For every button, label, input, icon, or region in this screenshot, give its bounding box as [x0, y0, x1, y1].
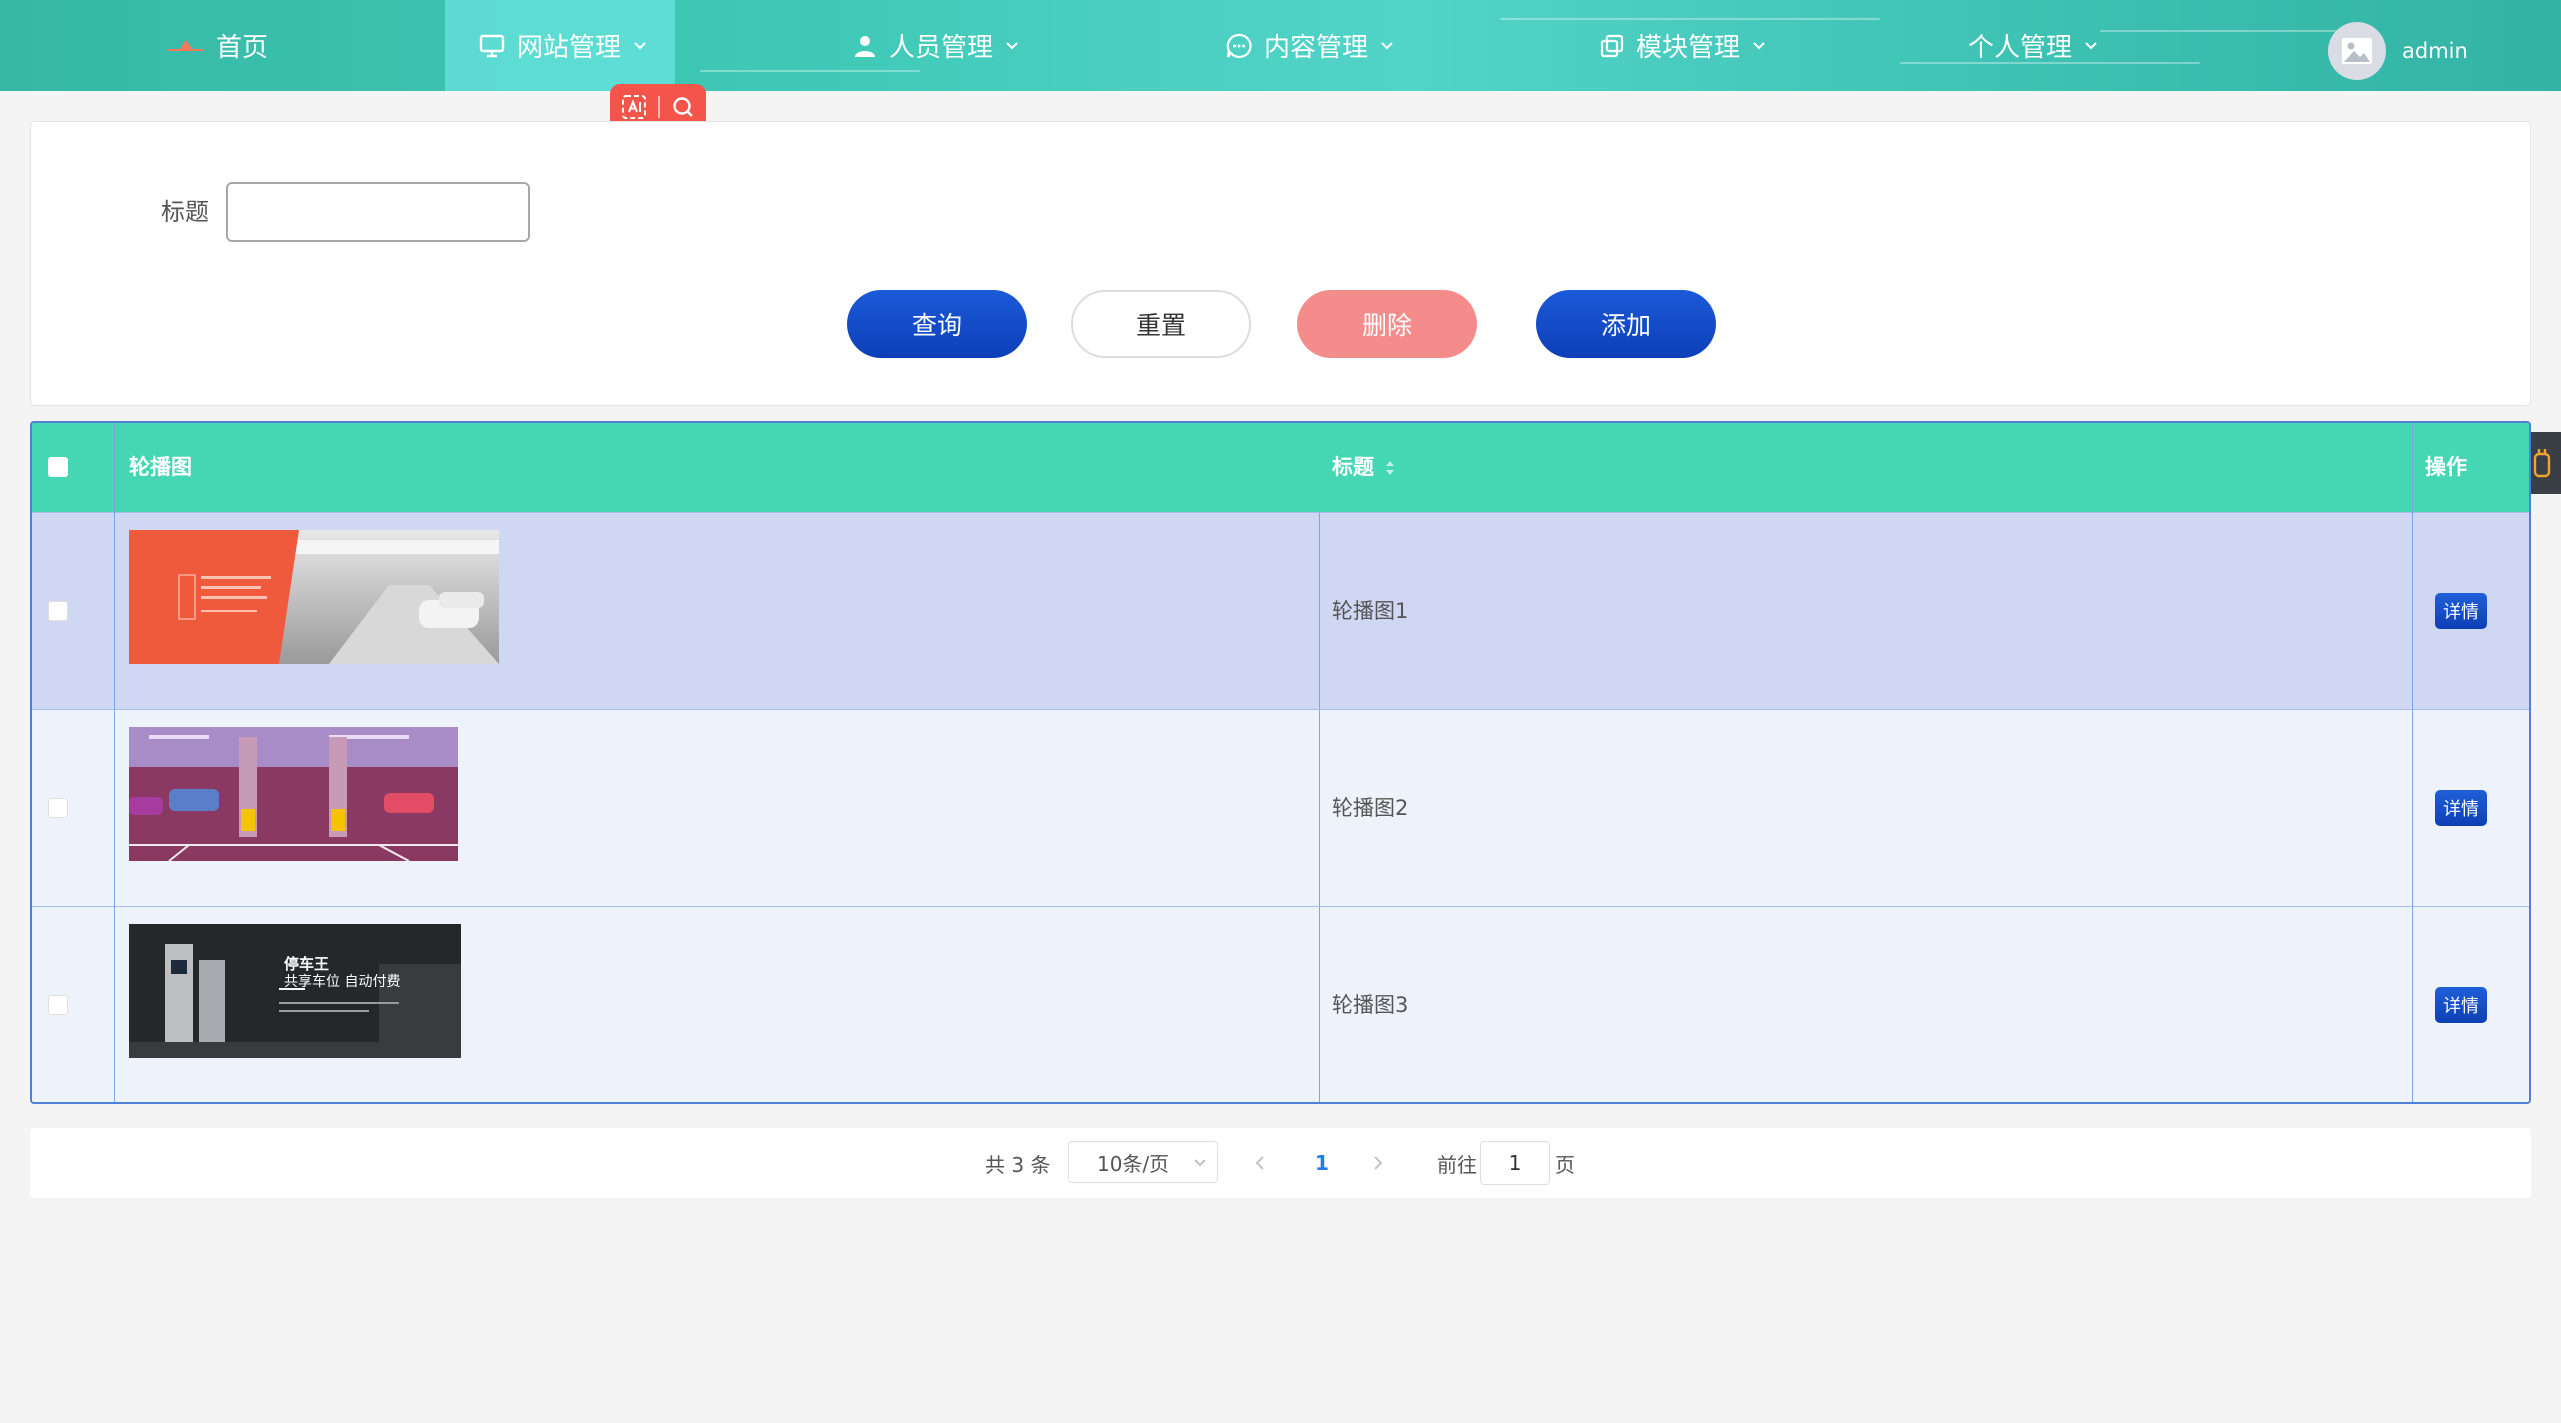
battery-icon	[2533, 449, 2550, 478]
sort-icon[interactable]	[1384, 459, 1396, 477]
column-header-title-label: 标题	[1332, 455, 1374, 479]
top-navigation: 首页 网站管理 人员管理 内容管理 模块管理 个人管理 admin	[0, 0, 2561, 91]
goto-label: 前往	[1437, 1152, 1477, 1177]
nav-home[interactable]: 首页	[168, 0, 268, 91]
add-button[interactable]: 添加	[1536, 290, 1716, 358]
row-checkbox[interactable]	[48, 798, 68, 818]
page-suffix-label: 页	[1555, 1152, 1575, 1177]
nav-module-management[interactable]: 模块管理	[1600, 0, 1766, 91]
column-divider	[1319, 907, 1320, 1102]
row-title: 轮播图3	[1332, 993, 1409, 1017]
widget-divider	[658, 96, 660, 118]
banner-image-parking-lot-3d	[129, 727, 458, 861]
page-size-select[interactable]: 10条/页	[1068, 1141, 1218, 1183]
row-checkbox[interactable]	[48, 601, 68, 621]
username: admin	[2402, 39, 2468, 63]
row-title: 轮播图1	[1332, 599, 1409, 623]
pagination: 共 3 条 10条/页 1 前往 页	[30, 1128, 2531, 1198]
table-header: 轮播图 标题 操作	[32, 423, 2529, 512]
message-icon	[1226, 33, 1252, 58]
user-menu[interactable]: admin	[2328, 22, 2468, 80]
user-icon	[855, 35, 875, 57]
avatar[interactable]	[2328, 22, 2386, 80]
row-checkbox[interactable]	[48, 995, 68, 1015]
nav-module-management-label: 模块管理	[1636, 33, 1741, 63]
row-title: 轮播图2	[1332, 796, 1409, 820]
total-count: 共 3 条	[985, 1152, 1051, 1177]
select-all-checkbox[interactable]	[48, 457, 68, 477]
image-placeholder-icon	[2342, 38, 2372, 64]
reset-button[interactable]: 重置	[1071, 290, 1251, 358]
table-row[interactable]: 轮播图2 详情	[32, 709, 2529, 906]
nav-personal-management-label: 个人管理	[1968, 33, 2073, 63]
nav-personal-management[interactable]: 个人管理	[1968, 0, 2098, 91]
nav-site-management-label: 网站管理	[517, 33, 622, 63]
column-divider	[1319, 513, 1320, 709]
detail-button[interactable]: 详情	[2435, 593, 2487, 629]
chevron-down-icon	[1006, 41, 1018, 49]
column-divider	[1319, 710, 1320, 906]
nav-home-label: 首页	[216, 33, 269, 63]
chevron-down-icon	[2085, 41, 2097, 49]
nav-site-management[interactable]: 网站管理	[445, 0, 675, 91]
chevron-down-icon	[1381, 41, 1393, 49]
banner-thumbnail	[129, 530, 499, 664]
copy-icon	[1600, 34, 1624, 57]
nav-content-management-label: 内容管理	[1264, 33, 1369, 63]
nav-content-management[interactable]: 内容管理	[1226, 0, 1394, 91]
column-divider	[114, 423, 115, 1102]
query-button[interactable]: 查询	[847, 290, 1027, 358]
column-divider	[2412, 423, 2413, 1102]
chevron-left-icon	[1255, 1156, 1264, 1170]
banner-brand-text: 停车王	[284, 955, 330, 973]
delete-button[interactable]: 删除	[1297, 290, 1477, 358]
nav-staff-management[interactable]: 人员管理	[853, 0, 1019, 91]
chevron-down-icon	[634, 41, 646, 49]
title-field-label: 标题	[161, 198, 209, 226]
banner-image-parking-kiosk	[129, 924, 461, 1058]
monitor-icon	[479, 34, 505, 57]
next-page-button[interactable]	[1372, 1128, 1384, 1198]
search-icon[interactable]	[671, 95, 695, 119]
column-header-title[interactable]: 标题	[1332, 423, 1396, 512]
title-search-input[interactable]	[226, 182, 530, 242]
chevron-right-icon	[1374, 1156, 1383, 1170]
banner-thumbnail: 停车王 共享车位 自动付费	[129, 924, 461, 1058]
banner-thumbnail	[129, 727, 458, 861]
goto-page-input[interactable]	[1480, 1141, 1550, 1185]
detail-button[interactable]: 详情	[2435, 790, 2487, 826]
column-header-banner: 轮播图	[129, 455, 192, 479]
table-row[interactable]: 轮播图1 详情	[32, 512, 2529, 709]
chevron-down-icon	[1753, 41, 1765, 49]
decor-streak	[2100, 30, 2360, 32]
table-row[interactable]: 停车王 共享车位 自动付费 轮播图3 详情	[32, 906, 2529, 1102]
banner-table: 轮播图 标题 操作 轮播图1 详情 轮播图2 详情 停车王 共享车位 自动付费 …	[30, 421, 2531, 1104]
column-header-actions: 操作	[2425, 455, 2467, 479]
banner-image-parking-garage	[129, 530, 499, 664]
nav-staff-management-label: 人员管理	[889, 33, 994, 63]
search-panel: 标题 查询 重置 删除 添加	[30, 121, 2531, 406]
detail-button[interactable]: 详情	[2435, 987, 2487, 1023]
page-size-value: 10条/页	[1097, 1151, 1170, 1176]
banner-slogan-text: 共享车位 自动付费	[284, 974, 401, 990]
chevron-down-icon	[1194, 1159, 1206, 1167]
home-icon	[168, 39, 204, 51]
ai-translate-icon[interactable]	[621, 94, 647, 120]
prev-page-button[interactable]	[1254, 1128, 1266, 1198]
page-number-current[interactable]: 1	[1315, 1128, 1329, 1198]
